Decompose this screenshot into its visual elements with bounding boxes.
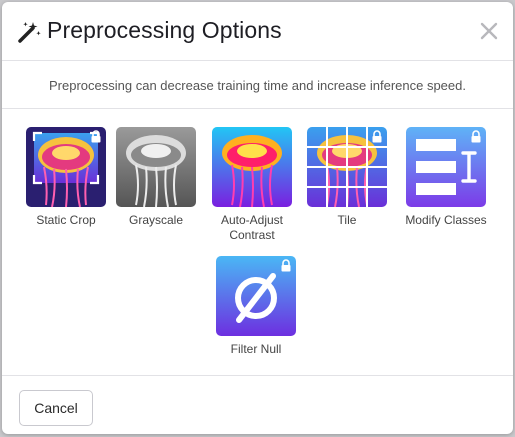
lock-icon <box>281 259 291 272</box>
option-tile[interactable]: Tile <box>302 127 392 228</box>
option-static-crop[interactable]: Static Crop <box>21 127 111 228</box>
close-icon[interactable] <box>476 18 502 44</box>
crop-icon <box>26 127 106 207</box>
null-symbol-icon <box>216 256 296 336</box>
option-label: Static Crop <box>36 213 96 227</box>
dialog-subtitle: Preprocessing can decrease training time… <box>49 78 466 93</box>
option-label: Auto-Adjust Contrast <box>220 213 284 242</box>
grayscale-icon <box>116 127 196 207</box>
dialog-title: Preprocessing Options <box>47 17 282 43</box>
tile-grid-icon <box>307 127 387 207</box>
lock-icon <box>91 130 101 143</box>
lock-icon <box>372 130 382 143</box>
option-label: Modify Classes <box>405 213 487 227</box>
dialog-header: Preprocessing Options <box>2 2 513 61</box>
lock-icon <box>471 130 481 143</box>
option-modify-classes[interactable]: Modify Classes <box>401 127 491 228</box>
option-grayscale[interactable]: Grayscale <box>111 127 201 228</box>
option-label: Grayscale <box>128 213 184 227</box>
cancel-button[interactable]: Cancel <box>19 390 93 426</box>
dialog-subtitle-row: Preprocessing can decrease training time… <box>2 62 513 109</box>
modify-classes-icon <box>406 127 486 207</box>
dialog-footer: Cancel <box>2 375 513 434</box>
option-label: Tile <box>337 213 357 227</box>
preprocessing-dialog: Preprocessing Options Preprocessing can … <box>2 2 513 434</box>
option-filter-null[interactable]: Filter Null <box>211 256 301 357</box>
option-auto-adjust-contrast[interactable]: Auto-Adjust Contrast <box>207 127 297 243</box>
option-label: Filter Null <box>230 342 282 356</box>
magic-wand-icon <box>18 22 41 43</box>
contrast-icon <box>212 127 292 207</box>
